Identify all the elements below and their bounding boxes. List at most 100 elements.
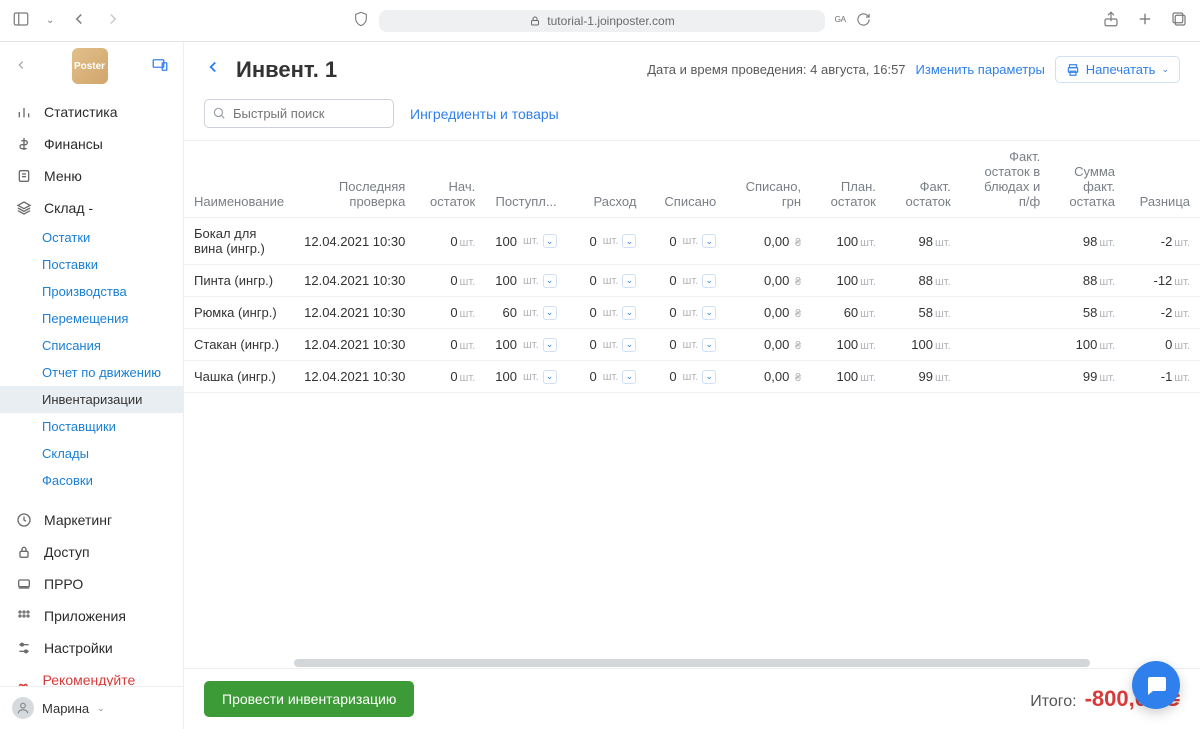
print-button[interactable]: Напечатать ⌄: [1055, 56, 1180, 83]
nav-stats[interactable]: Статистика: [0, 96, 183, 128]
nav-sub-postavki[interactable]: Поставки: [0, 251, 183, 278]
cell-exp: 0шт.⌄: [567, 265, 647, 297]
th-fact[interactable]: Факт. остаток: [886, 141, 961, 218]
cell-in: 100шт.⌄: [485, 265, 566, 297]
nav-menu[interactable]: Меню: [0, 160, 183, 192]
tabs-icon[interactable]: [1170, 10, 1188, 31]
dropdown-icon[interactable]: ⌄: [543, 274, 557, 288]
th-fact-dish[interactable]: Факт. остаток в блюдах и п/ф: [961, 141, 1051, 218]
change-params-link[interactable]: Изменить параметры: [916, 62, 1045, 77]
th-in[interactable]: Поступл...: [485, 141, 566, 218]
nav-marketing[interactable]: Маркетинг: [0, 504, 183, 536]
chevron-down-icon: ⌄: [1161, 64, 1169, 75]
cell-wo: 0шт.⌄: [646, 361, 726, 393]
horizontal-scrollbar[interactable]: [184, 658, 1200, 668]
nav-sub-ostatki[interactable]: Остатки: [0, 224, 183, 251]
cell-sum: 88шт.: [1050, 265, 1125, 297]
cell-exp: 0шт.⌄: [567, 218, 647, 265]
table-row[interactable]: Чашка (ингр.)12.04.2021 10:300шт.100шт.⌄…: [184, 361, 1200, 393]
nav-sub-packing[interactable]: Фасовки: [0, 467, 183, 494]
dropdown-icon[interactable]: ⌄: [702, 306, 716, 320]
nav-apps[interactable]: Приложения: [0, 600, 183, 632]
dropdown-icon[interactable]: ⌄: [543, 338, 557, 352]
cell-exp: 0шт.⌄: [567, 361, 647, 393]
dropdown-icon[interactable]: ⌄: [702, 274, 716, 288]
url-bar[interactable]: tutorial-1.joinposter.com: [379, 10, 824, 32]
table-row[interactable]: Бокал для вина (ингр.)12.04.2021 10:300ш…: [184, 218, 1200, 265]
nav-access[interactable]: Доступ: [0, 536, 183, 568]
nav-settings[interactable]: Настройки: [0, 632, 183, 664]
table-row[interactable]: Пинта (ингр.)12.04.2021 10:300шт.100шт.⌄…: [184, 265, 1200, 297]
submit-inventory-button[interactable]: Провести инвентаризацию: [204, 681, 414, 717]
cell-start: 0шт.: [415, 297, 485, 329]
dropdown-icon[interactable]: ⌄: [543, 306, 557, 320]
nav-recommend[interactable]: Рекомендуйте Poster: [0, 664, 183, 686]
cell-in: 60шт.⌄: [485, 297, 566, 329]
nav-finance[interactable]: Финансы: [0, 128, 183, 160]
cell-diff: -2шт.: [1125, 218, 1200, 265]
dropdown-icon[interactable]: ⌄: [622, 370, 636, 384]
search-icon: [212, 106, 226, 120]
th-sum[interactable]: Сумма факт. остатка: [1050, 141, 1125, 218]
share-icon[interactable]: [1102, 10, 1120, 31]
dropdown-icon[interactable]: ⌄: [622, 274, 636, 288]
dropdown-icon[interactable]: ⌄: [543, 370, 557, 384]
nav-back-icon[interactable]: [70, 10, 88, 31]
cell-fact-dish: [961, 329, 1051, 361]
url-text: tutorial-1.joinposter.com: [547, 14, 674, 28]
nav-sub-inventory[interactable]: Инвентаризации: [0, 386, 183, 413]
th-wo-uah[interactable]: Списано, грн: [726, 141, 811, 218]
th-last-check[interactable]: Последняя проверка: [294, 141, 415, 218]
cell-fact-dish: [961, 218, 1051, 265]
cell-fact: 99шт.: [886, 361, 961, 393]
nav-sub-writeoffs[interactable]: Списания: [0, 332, 183, 359]
cell-start: 0шт.: [415, 218, 485, 265]
browser-chrome: ⌄ tutorial-1.joinposter.com ᴳᴬ: [0, 0, 1200, 42]
cell-name: Чашка (ингр.): [184, 361, 294, 393]
th-name[interactable]: Наименование: [184, 141, 294, 218]
translate-icon[interactable]: ᴳᴬ: [835, 14, 846, 28]
table-row[interactable]: Рюмка (ингр.)12.04.2021 10:300шт.60шт.⌄0…: [184, 297, 1200, 329]
th-exp[interactable]: Расход: [567, 141, 647, 218]
new-tab-icon[interactable]: [1136, 10, 1154, 31]
cell-fact: 98шт.: [886, 218, 961, 265]
nav-sub-transfers[interactable]: Перемещения: [0, 305, 183, 332]
chat-fab[interactable]: [1132, 661, 1180, 709]
th-plan[interactable]: План. остаток: [811, 141, 886, 218]
cell-plan: 100шт.: [811, 329, 886, 361]
shield-icon[interactable]: [353, 11, 369, 30]
dropdown-icon[interactable]: ⌄: [702, 370, 716, 384]
cell-wo: 0шт.⌄: [646, 297, 726, 329]
th-wo[interactable]: Списано: [646, 141, 726, 218]
app-logo[interactable]: Poster: [72, 48, 108, 84]
th-start[interactable]: Нач. остаток: [415, 141, 485, 218]
nav-forward-icon[interactable]: [104, 10, 122, 31]
nav-sub-movement-report[interactable]: Отчет по движению: [0, 359, 183, 386]
nav-warehouse[interactable]: Склад -: [0, 192, 183, 224]
th-diff[interactable]: Разница: [1125, 141, 1200, 218]
nav-sub-production[interactable]: Производства: [0, 278, 183, 305]
table-wrap[interactable]: Наименование Последняя проверка Нач. ост…: [184, 140, 1200, 668]
ingredients-link[interactable]: Ингредиенты и товары: [410, 106, 559, 122]
dropdown-icon[interactable]: ⌄: [543, 234, 557, 248]
search-input[interactable]: [204, 99, 394, 128]
cell-diff: -12шт.: [1125, 265, 1200, 297]
reload-icon[interactable]: [856, 12, 871, 30]
dropdown-icon[interactable]: ⌄: [622, 234, 636, 248]
dropdown-icon[interactable]: ⌄: [622, 338, 636, 352]
nav-sub-warehouses[interactable]: Склады: [0, 440, 183, 467]
cell-last: 12.04.2021 10:30: [294, 361, 415, 393]
sidebar-toggle-icon[interactable]: [12, 10, 30, 31]
dropdown-icon[interactable]: ⌄: [622, 306, 636, 320]
nav-prro[interactable]: ПРРО: [0, 568, 183, 600]
table-row[interactable]: Стакан (ингр.)12.04.2021 10:300шт.100шт.…: [184, 329, 1200, 361]
footer: Провести инвентаризацию Итого: -800,00 ₴: [184, 668, 1200, 729]
dropdown-icon[interactable]: ⌄: [702, 338, 716, 352]
collapse-sidebar-icon[interactable]: [14, 58, 28, 75]
dropdown-icon[interactable]: ⌄: [702, 234, 716, 248]
chevron-down-icon[interactable]: ⌄: [46, 15, 54, 26]
nav-sub-suppliers[interactable]: Поставщики: [0, 413, 183, 440]
devices-icon[interactable]: [151, 56, 169, 77]
user-menu[interactable]: Марина ⌄: [0, 686, 183, 729]
back-button[interactable]: [204, 58, 222, 81]
